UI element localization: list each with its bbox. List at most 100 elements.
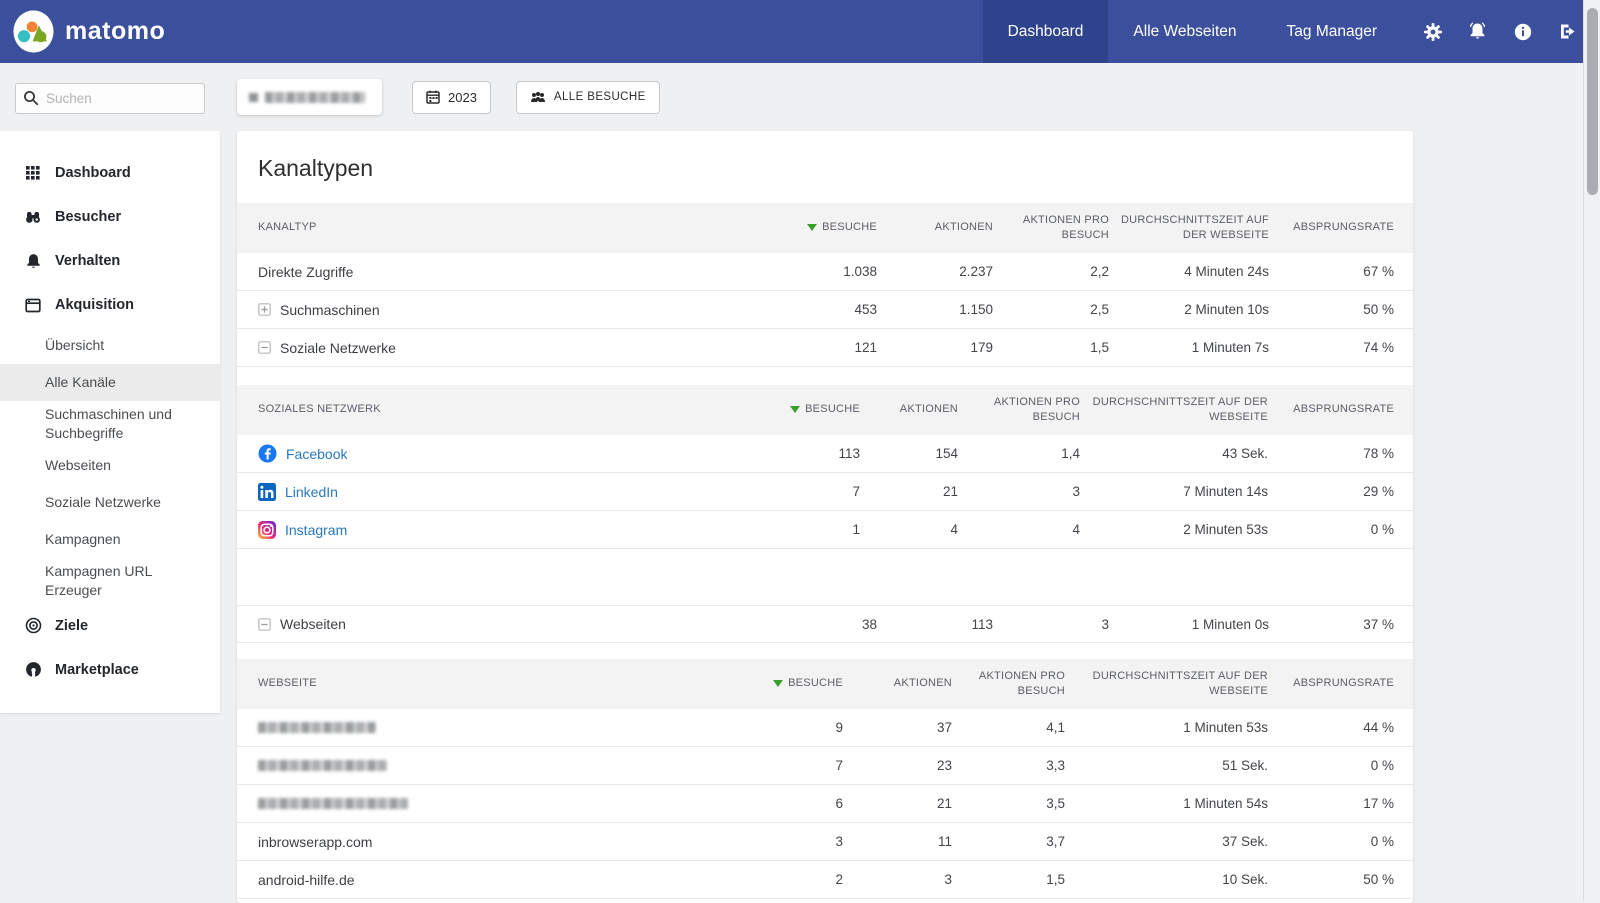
row-value-cell: 2 <box>733 872 843 887</box>
row-label-cell <box>258 722 733 733</box>
table-row-facebook[interactable]: Facebook1131541,443 Sek.78 % <box>237 435 1413 473</box>
row-label: inbrowserapp.com <box>258 834 372 850</box>
row-value-cell: 1 Minuten 53s <box>1065 720 1268 735</box>
column-header-besuche[interactable]: BESUCHE <box>733 676 843 691</box>
table-row[interactable]: 7233,351 Sek.0 % <box>237 747 1413 785</box>
sidebar-item-label: Webseiten <box>45 456 111 475</box>
column-header-label: AKTIONEN <box>900 403 958 415</box>
column-header-aktionen-pro-besuch[interactable]: AKTIONEN PRO BESUCH <box>993 213 1109 244</box>
table-row-direkte-zugriffe[interactable]: Direkte Zugriffe1.0382.2372,24 Minuten 2… <box>237 253 1413 291</box>
row-value-cell: 2,5 <box>993 302 1109 317</box>
row-label-cell: android-hilfe.de <box>258 872 733 888</box>
vertical-scrollbar[interactable] <box>1583 0 1600 900</box>
sidebar-item-webseiten[interactable]: Webseiten <box>0 447 220 484</box>
collapse-minus-icon[interactable] <box>258 341 271 354</box>
table-row[interactable]: 9374,11 Minuten 53s44 % <box>237 709 1413 747</box>
row-value-cell: 1 Minuten 54s <box>1065 796 1268 811</box>
row-label: Webseiten <box>280 616 346 632</box>
column-header-durchschnittszeit-auf-der-webseite[interactable]: DURCHSCHNITTSZEIT AUF DER WEBSEITE <box>1080 395 1268 426</box>
column-header-besuche[interactable]: BESUCHE <box>761 402 860 417</box>
sidebar-item-suchmaschinen-und-suchbegriffe[interactable]: Suchmaschinen und Suchbegriffe <box>0 401 220 447</box>
column-header-kanaltyp[interactable]: KANALTYP <box>258 220 761 235</box>
sidebar-item-akquisition[interactable]: Akquisition <box>0 283 220 327</box>
row-value-cell: 23 <box>843 758 952 773</box>
table-row[interactable]: 6213,51 Minuten 54s17 % <box>237 785 1413 823</box>
sidebar-item-label: Suchmaschinen und Suchbegriffe <box>45 405 206 443</box>
sidebar-item-soziale-netzwerke[interactable]: Soziale Netzwerke <box>0 484 220 521</box>
row-value-cell: 6 <box>733 796 843 811</box>
sidebar-item-label: Dashboard <box>55 165 131 181</box>
row-value-cell: 1 <box>761 522 860 537</box>
table-header-row: KANALTYPBESUCHE AKTIONENAKTIONEN PRO BESU… <box>237 203 1413 253</box>
segment-label: ALLE BESUCHE <box>554 91 646 103</box>
sidebar-item-bersicht[interactable]: Übersicht <box>0 327 220 364</box>
table-row-soziale-netzwerke[interactable]: Soziale Netzwerke1211791,51 Minuten 7s74… <box>237 329 1413 367</box>
column-header-label: AKTIONEN PRO BESUCH <box>994 396 1080 423</box>
column-header-absprungsrate[interactable]: ABSPRUNGSRATE <box>1268 402 1394 417</box>
table-row-webseiten[interactable]: Webseiten3811331 Minuten 0s37 % <box>237 605 1413 643</box>
column-header-webseite[interactable]: WEBSEITE <box>258 676 733 691</box>
row-value-cell: 74 % <box>1269 340 1394 355</box>
column-header-durchschnittszeit-auf-der-webseite[interactable]: DURCHSCHNITTSZEIT AUF DER WEBSEITE <box>1109 213 1269 244</box>
row-label-link[interactable]: Facebook <box>286 446 347 462</box>
sidebar-item-verhalten[interactable]: Verhalten <box>0 239 220 283</box>
row-label-cell: Suchmaschinen <box>258 302 761 318</box>
sidebar-item-besucher[interactable]: Besucher <box>0 195 220 239</box>
sidebar-item-label: Übersicht <box>45 336 104 355</box>
report-title: Kanaltypen <box>237 131 1413 203</box>
sidebar-item-marketplace[interactable]: Marketplace <box>0 648 220 692</box>
sidebar-item-kampagnen[interactable]: Kampagnen <box>0 521 220 558</box>
sidebar-item-label: Kampagnen <box>45 530 121 549</box>
help-icon[interactable] <box>1500 0 1545 63</box>
collapse-minus-icon[interactable] <box>258 618 271 631</box>
site-selector-icon-redacted <box>249 93 258 102</box>
sidebar-item-alle-kan-le[interactable]: Alle Kanäle <box>0 364 220 401</box>
table-row-instagram[interactable]: Instagram1442 Minuten 53s0 % <box>237 511 1413 549</box>
expand-plus-icon[interactable] <box>258 303 271 316</box>
column-header-aktionen-pro-besuch[interactable]: AKTIONEN PRO BESUCH <box>958 395 1080 426</box>
row-label-link[interactable]: LinkedIn <box>285 484 338 500</box>
table-row-suchmaschinen[interactable]: Suchmaschinen4531.1502,52 Minuten 10s50 … <box>237 291 1413 329</box>
scrollbar-thumb[interactable] <box>1587 8 1598 195</box>
period-selector-button[interactable]: 2023 <box>412 81 491 114</box>
marketplace-icon <box>24 661 42 678</box>
search-input[interactable] <box>15 83 205 114</box>
nav-tab-dashboard[interactable]: Dashboard <box>983 0 1109 63</box>
column-header-aktionen[interactable]: AKTIONEN <box>877 220 993 235</box>
column-header-absprungsrate[interactable]: ABSPRUNGSRATE <box>1268 676 1394 691</box>
column-header-soziales-netzwerk[interactable]: SOZIALES NETZWERK <box>258 402 761 417</box>
matomo-brand[interactable]: matomo <box>0 10 165 53</box>
row-value-cell: 0 % <box>1268 522 1394 537</box>
site-selector[interactable] <box>237 79 382 115</box>
row-label-redacted <box>258 760 387 771</box>
row-value-cell: 9 <box>733 720 843 735</box>
column-header-aktionen[interactable]: AKTIONEN <box>860 402 958 417</box>
column-header-besuche[interactable]: BESUCHE <box>761 220 877 235</box>
row-value-cell: 3,3 <box>952 758 1065 773</box>
notifications-icon[interactable] <box>1455 0 1500 63</box>
matomo-logo-icon <box>12 10 55 53</box>
sidebar-item-ziele[interactable]: Ziele <box>0 604 220 648</box>
settings-icon[interactable] <box>1410 0 1455 63</box>
column-header-durchschnittszeit-auf-der-webseite[interactable]: DURCHSCHNITTSZEIT AUF DER WEBSEITE <box>1065 669 1268 700</box>
table-row-inbrowserapp-com[interactable]: inbrowserapp.com3113,737 Sek.0 % <box>237 823 1413 861</box>
row-value-cell: 78 % <box>1268 446 1394 461</box>
nav-tab-tag-manager[interactable]: Tag Manager <box>1262 0 1402 63</box>
nav-tab-alle-webseiten[interactable]: Alle Webseiten <box>1108 0 1261 63</box>
column-header-aktionen[interactable]: AKTIONEN <box>843 676 952 691</box>
sidebar-item-label: Marketplace <box>55 662 139 678</box>
calendar-icon <box>426 90 440 104</box>
row-value-cell: 2.237 <box>877 264 993 279</box>
row-value-cell: 2,2 <box>993 264 1109 279</box>
column-header-label: AKTIONEN <box>935 221 993 233</box>
column-header-aktionen-pro-besuch[interactable]: AKTIONEN PRO BESUCH <box>952 669 1065 700</box>
column-header-absprungsrate[interactable]: ABSPRUNGSRATE <box>1269 220 1394 235</box>
sidebar-item-dashboard[interactable]: Dashboard <box>0 151 220 195</box>
row-value-cell: 1 Minuten 7s <box>1109 340 1269 355</box>
table-row-android-hilfe-de[interactable]: android-hilfe.de231,510 Sek.50 % <box>237 861 1413 899</box>
segment-selector-button[interactable]: ALLE BESUCHE <box>516 81 660 114</box>
row-label-link[interactable]: Instagram <box>285 522 347 538</box>
column-header-label: ABSPRUNGSRATE <box>1293 221 1394 233</box>
table-row-linkedin[interactable]: LinkedIn72137 Minuten 14s29 % <box>237 473 1413 511</box>
sidebar-item-kampagnen-url-erzeuger[interactable]: Kampagnen URL Erzeuger <box>0 558 220 604</box>
